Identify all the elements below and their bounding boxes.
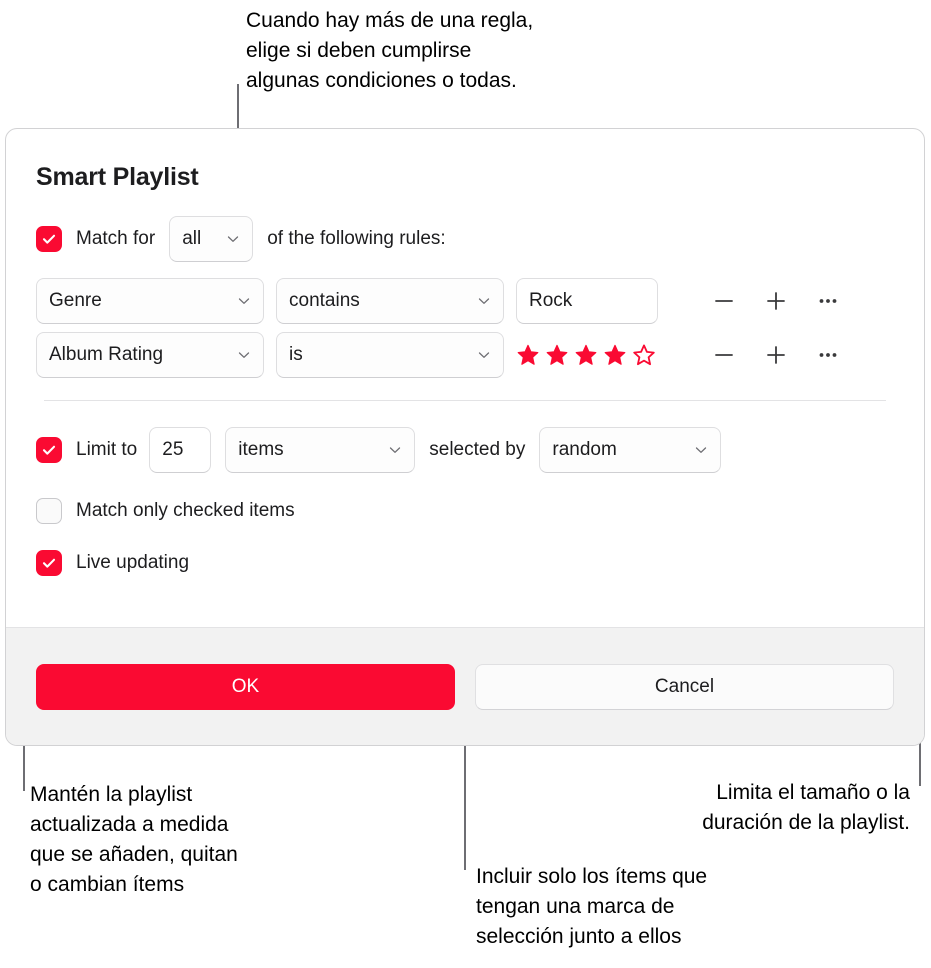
chevron-down-icon [477,294,491,308]
more-options-button-1[interactable] [802,337,854,373]
star-filled-icon[interactable] [516,343,540,367]
rule-star-rating-1[interactable] [516,343,658,367]
ok-button[interactable]: OK [36,663,455,710]
more-options-button-0[interactable] [802,283,854,319]
chevron-down-icon [694,443,708,457]
match-label: Match for [76,228,156,249]
remove-rule-button-0[interactable] [698,283,750,319]
chevron-down-icon [388,443,402,457]
limit-unit-value: items [238,439,284,460]
chevron-down-icon [226,232,240,246]
rule-actions-1 [698,337,854,373]
match-rules-row: Match for all of the following rules: [36,216,894,262]
rule-actions-0 [698,283,854,319]
star-filled-icon[interactable] [545,343,569,367]
match-operator-select[interactable]: all [169,216,254,262]
chevron-down-icon [477,348,491,362]
ellipsis-icon [819,299,837,303]
selected-by-label: selected by [429,439,526,460]
chevron-down-icon [237,348,251,362]
match-suffix-label: of the following rules: [267,228,446,249]
match-checkbox[interactable] [36,226,62,252]
match-operator-value: all [182,228,202,249]
limit-label: Limit to [76,439,138,460]
rule-field-value-0: Genre [49,290,102,311]
rule-operator-select-1[interactable]: is [276,332,504,378]
table-row: Album Rating is [36,332,894,378]
table-row: Genre contains Rock [36,278,894,324]
rule-value-text-0: Rock [529,290,573,311]
callout-limit-text: Limita el tamaño o la duración de la pla… [702,781,910,834]
add-rule-button-0[interactable] [750,283,802,319]
chevron-down-icon [237,294,251,308]
selected-by-select[interactable]: random [539,427,722,473]
dialog-footer: OK Cancel [6,627,924,745]
callout-live-updating-text: Mantén la playlist actualizada a medida … [30,783,238,896]
page-title: Smart Playlist [36,163,199,191]
section-divider [44,400,886,401]
live-updating-checkbox[interactable] [36,550,62,576]
minus-icon [715,300,733,302]
star-filled-icon[interactable] [574,343,598,367]
add-rule-button-1[interactable] [750,337,802,373]
plus-icon [767,346,785,364]
match-only-checked-checkbox[interactable] [36,498,62,524]
selected-by-value: random [552,439,617,460]
callout-match-rules-text: Cuando hay más de una regla, elige si de… [246,9,534,92]
match-only-checked-row: Match only checked items [36,497,894,525]
limit-row: Limit to 25 items selected by random [36,427,894,473]
remove-rule-button-1[interactable] [698,337,750,373]
match-only-checked-label: Match only checked items [76,500,295,521]
ellipsis-icon [819,353,837,357]
rule-field-select-0[interactable]: Genre [36,278,264,324]
plus-icon [767,292,785,310]
cancel-button[interactable]: Cancel [475,663,894,710]
star-filled-icon[interactable] [603,343,627,367]
rule-value-input-0[interactable]: Rock [516,278,658,324]
rule-operator-select-0[interactable]: contains [276,278,504,324]
minus-icon [715,354,733,356]
rule-field-select-1[interactable]: Album Rating [36,332,264,378]
callout-checked-items-text: Incluir solo los ítems que tengan una ma… [476,865,708,948]
dialog-body: Smart Playlist Match for all of the foll… [6,129,924,629]
rule-operator-value-0: contains [289,290,360,311]
live-updating-label: Live updating [76,552,190,573]
limit-amount-input[interactable]: 25 [149,427,212,473]
live-updating-row: Live updating [36,549,894,577]
star-empty-icon[interactable] [632,343,656,367]
smart-playlist-dialog: Smart Playlist Match for all of the foll… [5,128,925,746]
limit-checkbox[interactable] [36,437,62,463]
rule-operator-value-1: is [289,344,303,365]
limit-unit-select[interactable]: items [225,427,416,473]
limit-amount-value: 25 [162,439,184,460]
rules-list: Genre contains Rock Album Rating is [36,278,894,378]
rule-field-value-1: Album Rating [49,344,164,365]
